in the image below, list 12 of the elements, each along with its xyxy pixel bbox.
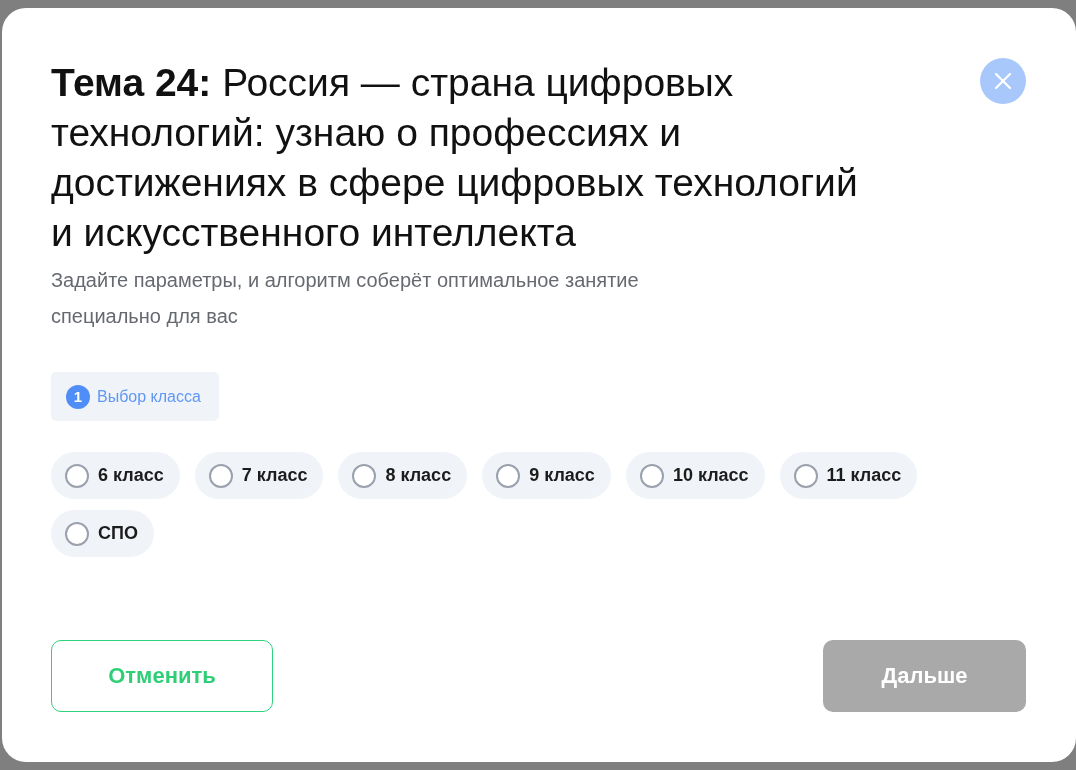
close-button[interactable]	[980, 58, 1026, 104]
grade-option[interactable]: 10 класс	[625, 452, 765, 499]
grade-option[interactable]: 9 класс	[482, 452, 611, 499]
step-number: 1	[66, 384, 90, 409]
dialog-subtitle: Задайте параметры, и алгоритм соберёт оптимальное занятие специально для вас	[51, 268, 640, 329]
grade-option[interactable]: 8 класс	[338, 452, 468, 499]
grade-option[interactable]: 6 класс	[51, 452, 180, 499]
grade-option[interactable]: 11 класс	[779, 452, 918, 499]
close-icon	[995, 73, 1011, 89]
grade-option[interactable]: СПО	[51, 510, 154, 557]
dialog-title: Тема 24: Россия — страна цифровых технологий: узнаю о профессиях и достижениях в сфере цифровых технологий и искусственного интеллекта	[51, 60, 859, 256]
grade-option[interactable]: 7 класс	[194, 452, 324, 499]
